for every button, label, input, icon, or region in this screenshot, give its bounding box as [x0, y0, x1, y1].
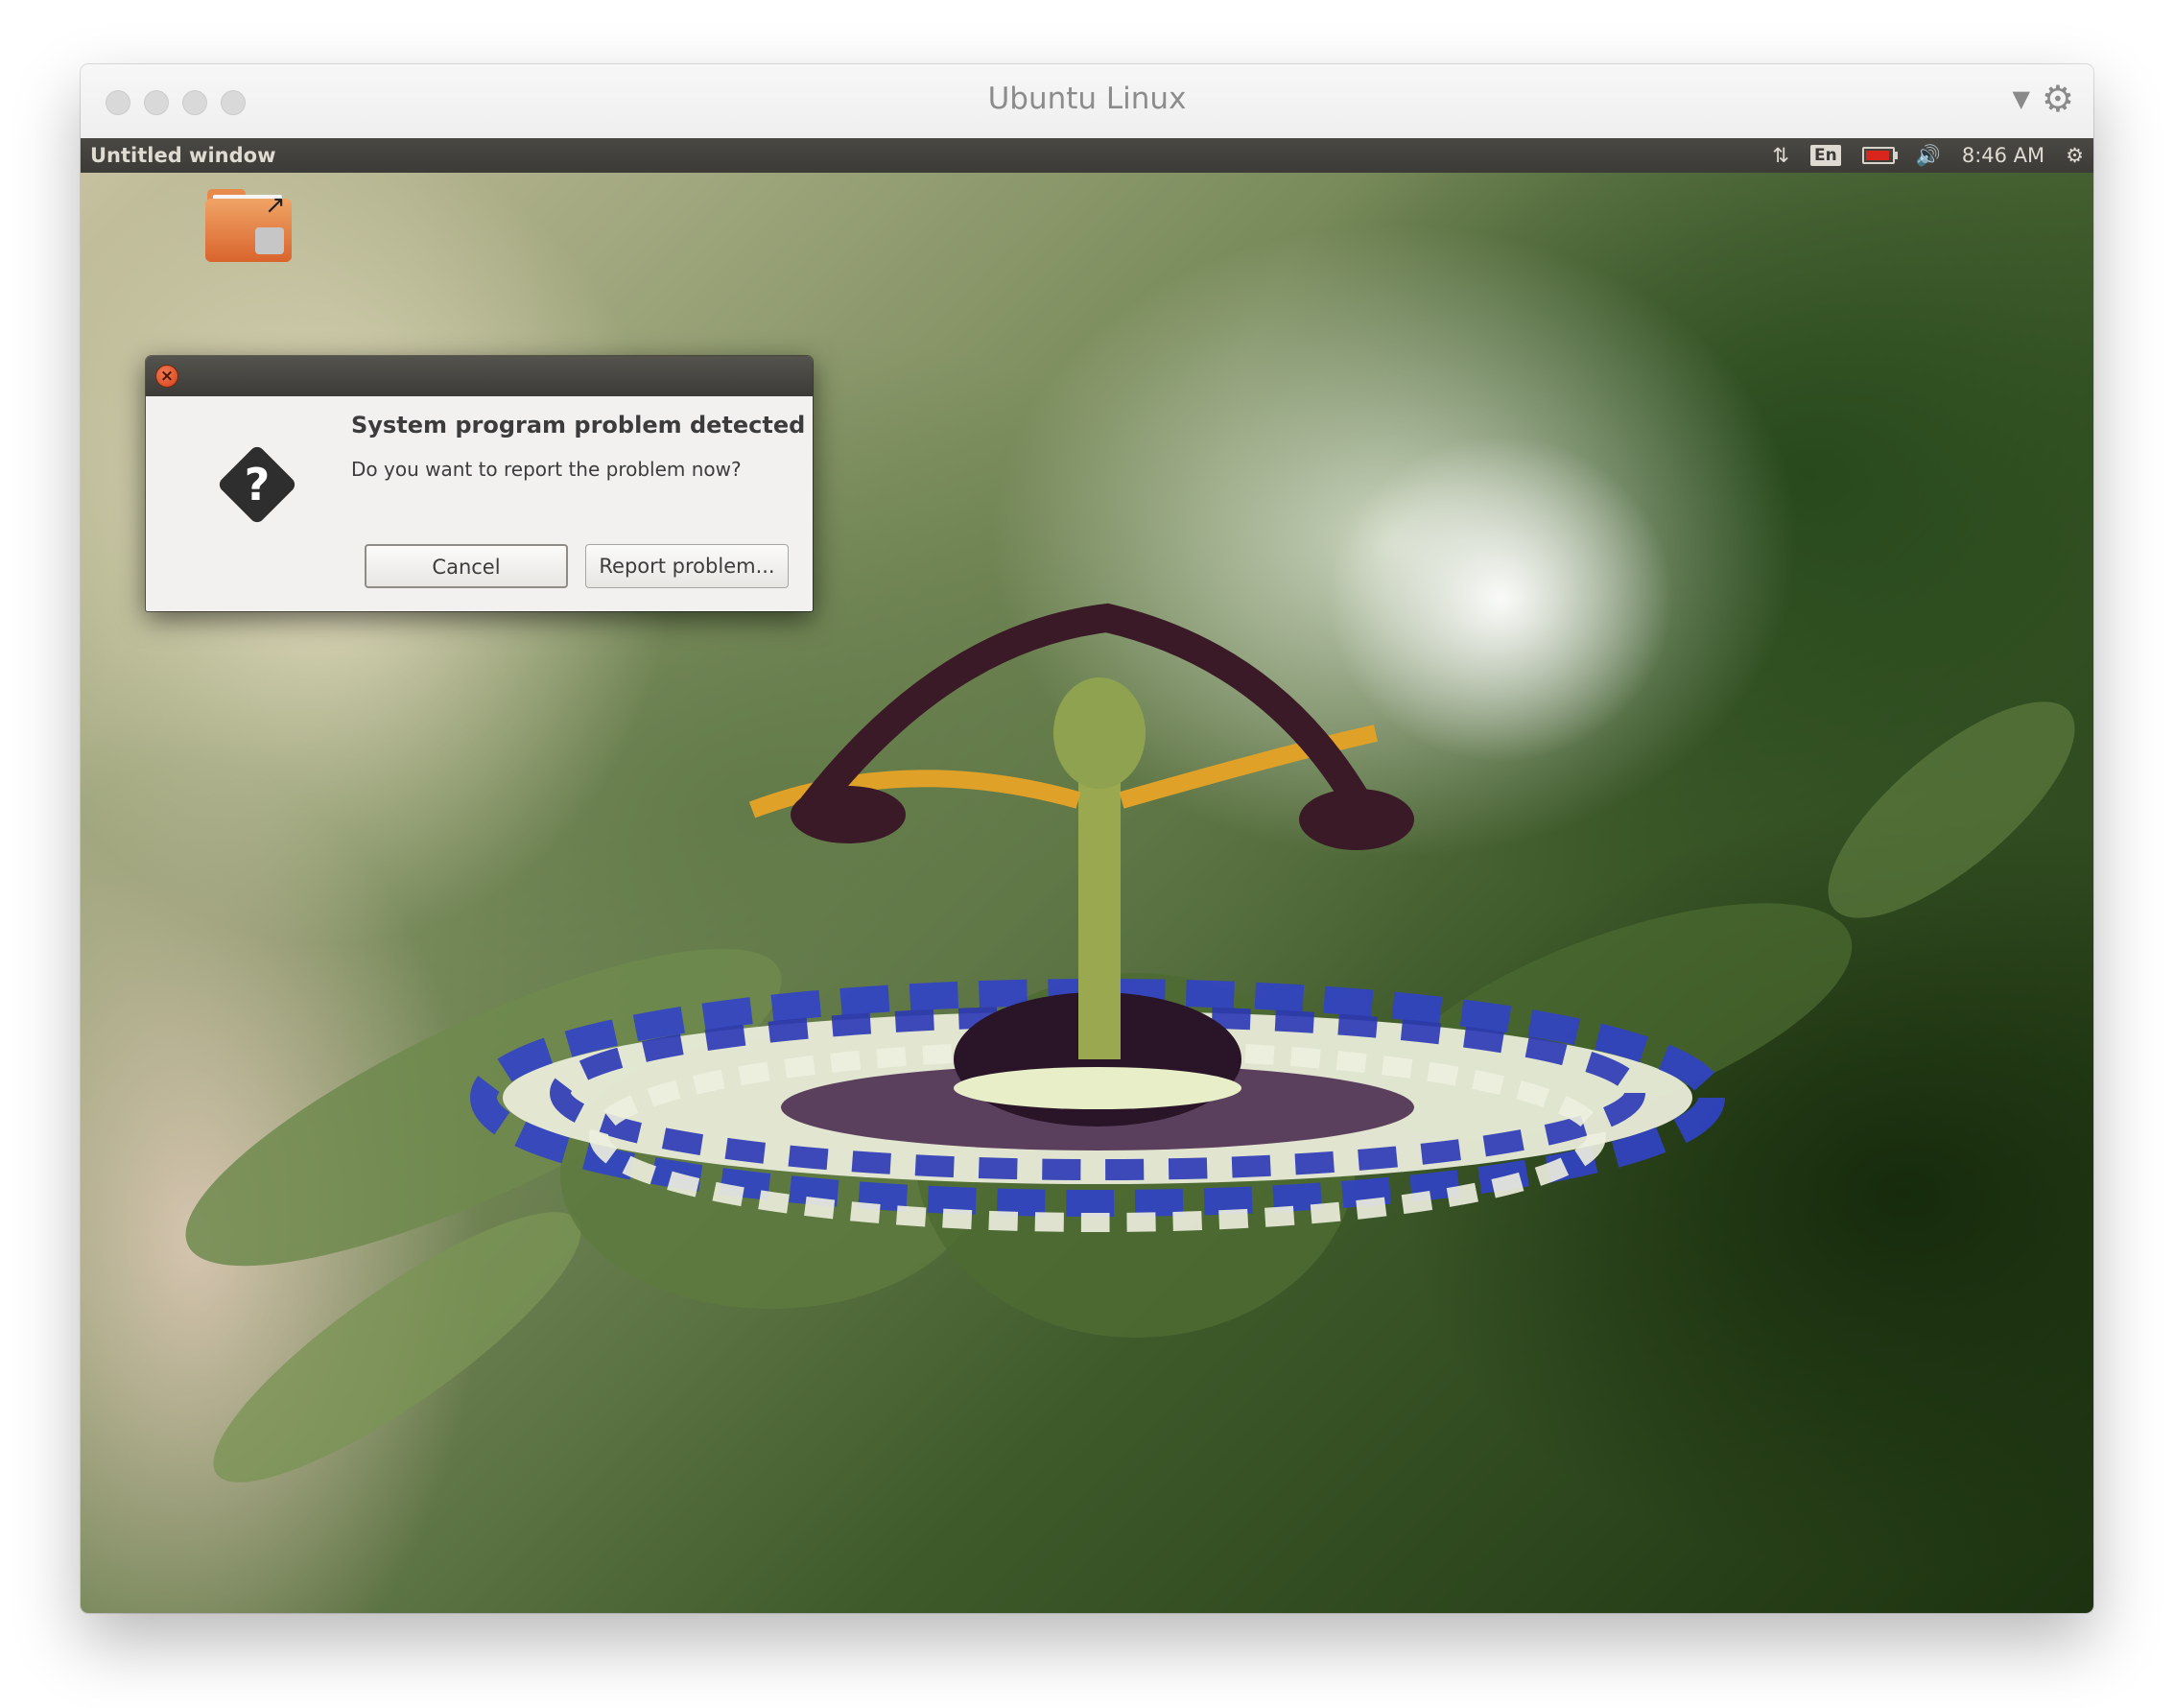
- dialog-message: Do you want to report the problem now?: [351, 458, 742, 481]
- keyboard-layout-indicator[interactable]: En: [1809, 145, 1841, 166]
- dialog-heading: System program problem detected: [351, 412, 806, 439]
- host-window: Ubuntu Linux ▼ ⚙ Untitled window ⇅ En 🔊 …: [81, 64, 2093, 1613]
- battery-icon[interactable]: [1861, 147, 1898, 164]
- session-gear-icon[interactable]: ⚙: [2066, 144, 2084, 167]
- close-icon[interactable]: ×: [155, 365, 178, 388]
- dropdown-arrow-icon[interactable]: ▼: [2013, 85, 2030, 112]
- dialog-titlebar[interactable]: ×: [146, 356, 813, 396]
- gear-icon[interactable]: ⚙: [2042, 78, 2074, 120]
- report-problem-button[interactable]: Report problem...: [585, 544, 789, 588]
- folder-icon[interactable]: ↗: [205, 189, 296, 266]
- host-titlebar: Ubuntu Linux ▼ ⚙: [81, 64, 2093, 139]
- volume-icon[interactable]: 🔊: [1916, 144, 1941, 168]
- panel-window-title: Untitled window: [90, 144, 276, 167]
- clock[interactable]: 8:46 AM: [1962, 144, 2044, 167]
- network-transfer-icon[interactable]: ⇅: [1772, 144, 1789, 167]
- ubuntu-top-panel: Untitled window ⇅ En 🔊 8:46 AM ⚙: [81, 138, 2093, 173]
- cancel-button[interactable]: Cancel: [365, 544, 568, 588]
- indicator-area: ⇅ En 🔊 8:46 AM ⚙: [1772, 141, 2084, 170]
- svg-text:?: ?: [245, 459, 271, 510]
- host-window-title: Ubuntu Linux: [987, 82, 1187, 116]
- question-icon: ?: [219, 446, 295, 523]
- guest-desktop[interactable]: Untitled window ⇅ En 🔊 8:46 AM ⚙ ↗ × ? S…: [81, 138, 2093, 1613]
- problem-dialog: × ? System program problem detected Do y…: [146, 356, 813, 611]
